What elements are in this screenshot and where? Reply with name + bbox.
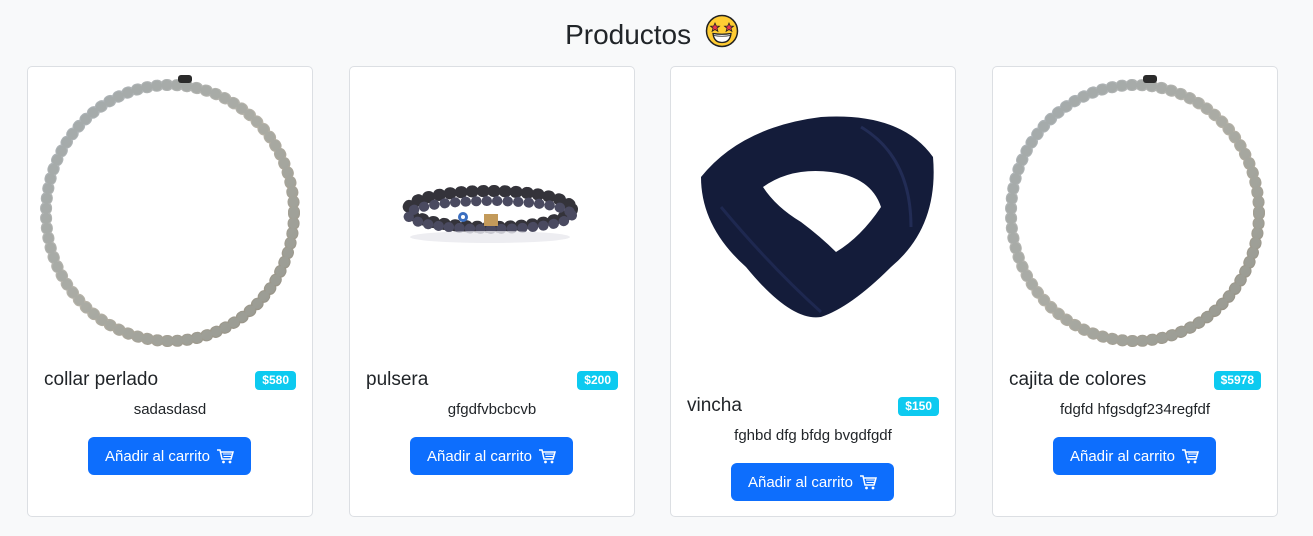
add-to-cart-label: Añadir al carrito [747,473,854,491]
product-name: vincha [687,395,742,416]
navy-headband-image [701,116,934,318]
card-title-row: collar perlado $580 [44,369,296,391]
card-title-row: vincha $150 [687,395,939,417]
add-to-cart-button[interactable]: Añadir al carrito [410,437,573,475]
product-card: pulsera $200 gfgdfvbcbcvb Añadir al carr… [349,66,635,517]
card-title-row: pulsera $200 [366,369,618,391]
add-to-cart-label: Añadir al carrito [104,447,211,465]
product-card: collar perlado $580 sadasdasd Añadir al … [27,66,313,517]
cart-icon [217,449,235,464]
product-name: pulsera [366,369,429,390]
price-badge: $580 [255,370,296,390]
price-badge: $5978 [1213,370,1261,390]
cart-icon [539,449,557,464]
product-description: sadasdasd [133,401,207,418]
product-card: vincha $150 fghbd dfg bfdg bvgdfgdf Añad… [670,66,956,517]
cart-icon [1182,449,1200,464]
add-to-cart-button[interactable]: Añadir al carrito [88,437,251,475]
pearl-necklace-image [40,75,300,347]
add-to-cart-label: Añadir al carrito [1069,447,1176,465]
page-title: Productos [0,14,1304,59]
beaded-bracelet-image [402,185,578,243]
page-title-text: Productos [565,18,692,50]
price-badge: $150 [898,396,939,416]
add-to-cart-label: Añadir al carrito [426,447,533,465]
price-badge: $200 [577,370,618,390]
product-name: collar perlado [44,369,159,390]
product-description: gfgdfvbcbcvb [447,401,537,418]
cart-icon [860,475,878,490]
add-to-cart-button[interactable]: Añadir al carrito [731,463,894,501]
product-description: fdgfd hfgsdgf234regfdf [1059,401,1211,418]
add-to-cart-button[interactable]: Añadir al carrito [1053,437,1216,475]
product-name: cajita de colores [1009,369,1147,390]
pearl-necklace-image [1005,75,1265,347]
product-description: fghbd dfg bfdg bvgdfgdf [734,427,892,444]
card-title-row: cajita de colores $5978 [1009,369,1261,391]
star-struck-emoji-icon [705,14,739,59]
product-card: cajita de colores $5978 fdgfd hfgsdgf234… [992,66,1278,517]
